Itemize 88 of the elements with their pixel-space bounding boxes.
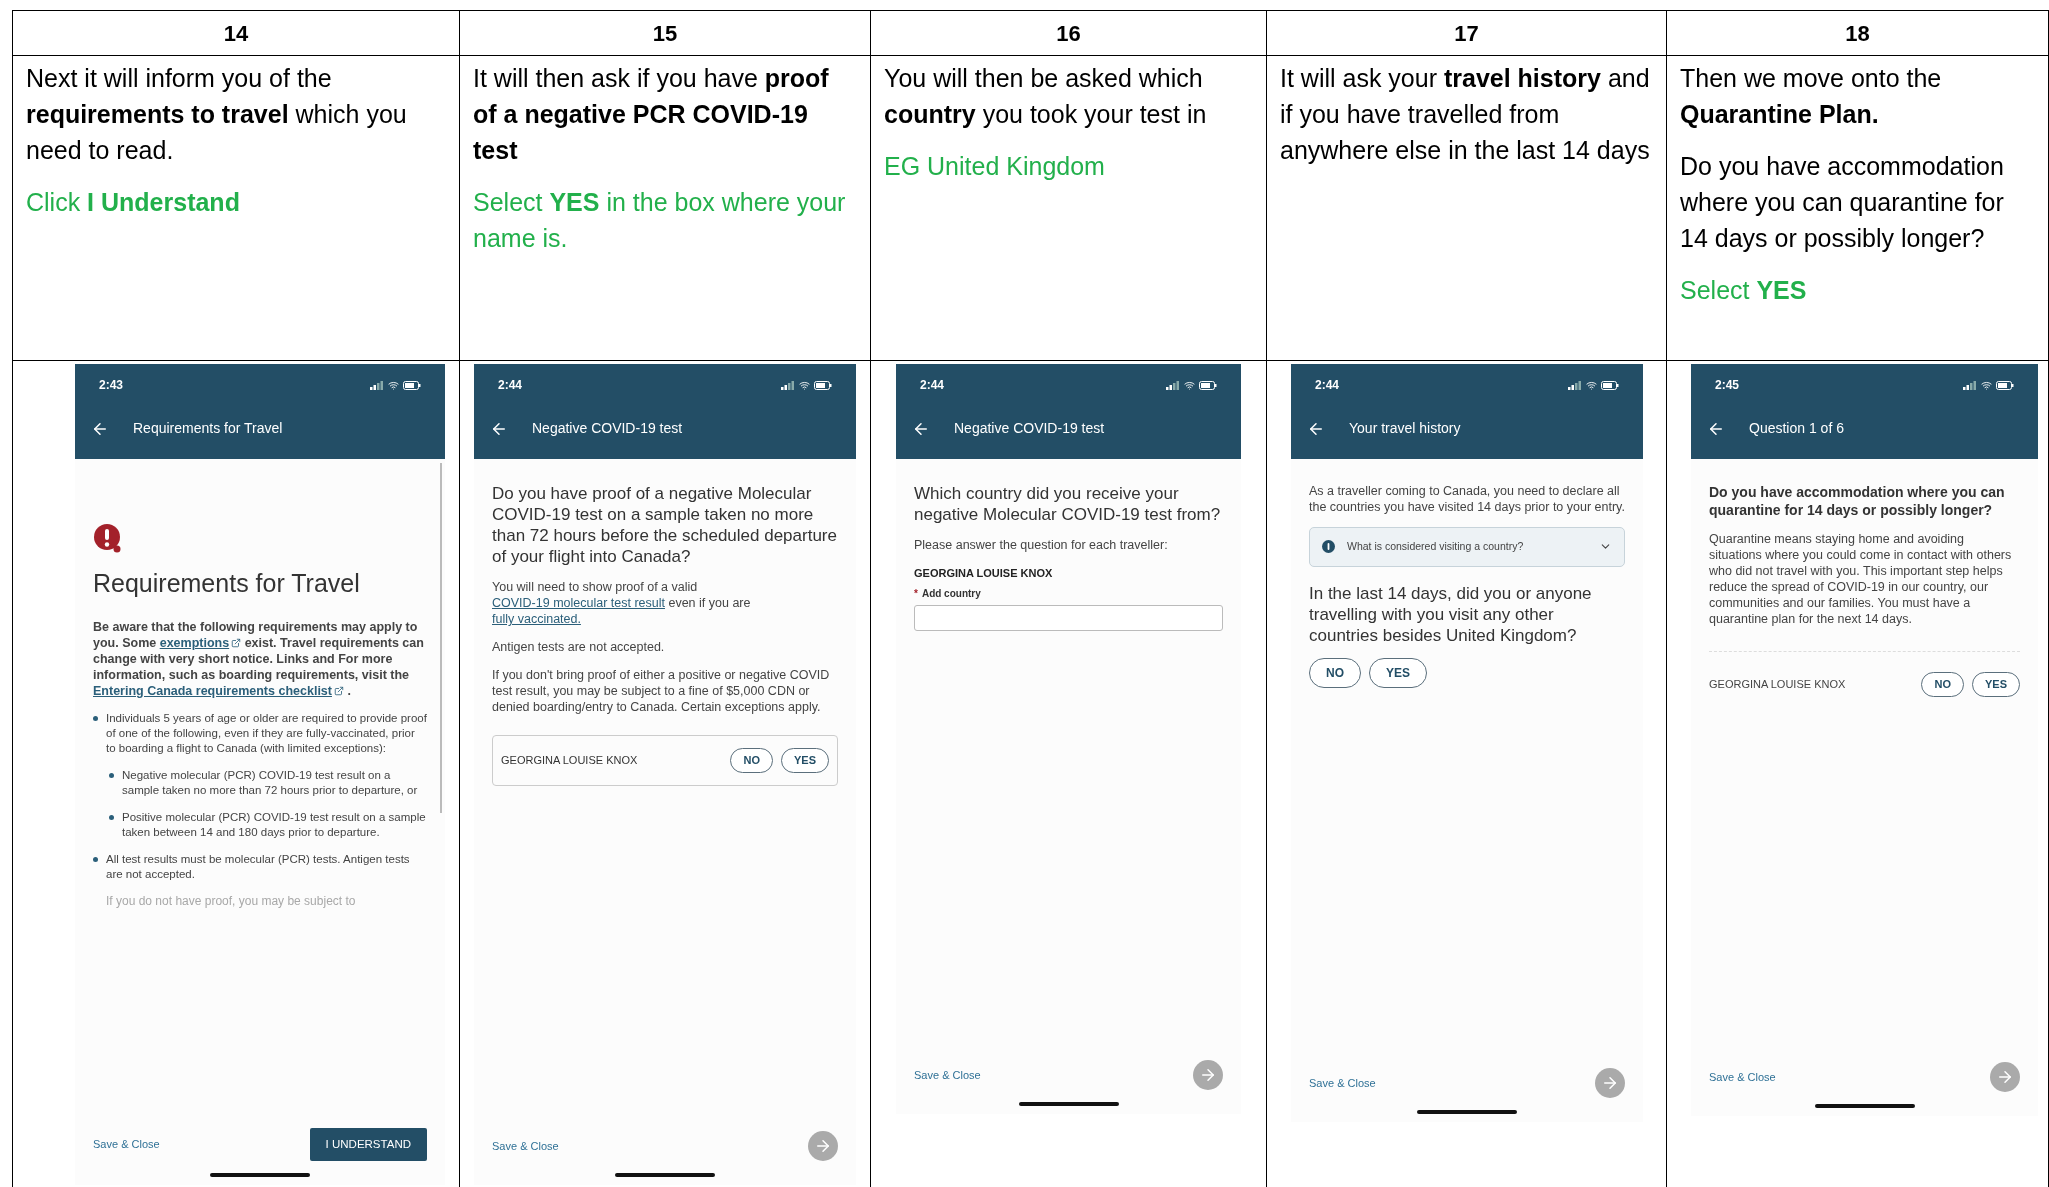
battery-icon bbox=[814, 380, 832, 390]
save-close-link[interactable]: Save & Close bbox=[1709, 1068, 1776, 1086]
action-text: Select YES in the box where your name is. bbox=[473, 187, 847, 254]
arrow-right-icon bbox=[1199, 1066, 1217, 1084]
body-text: As a traveller coming to Canada, you need to declare all the countries you have visited 14 days prior to your entry. bbox=[1309, 483, 1625, 515]
save-close-link[interactable]: Save & Close bbox=[1309, 1074, 1376, 1092]
step-number: 16 bbox=[1056, 19, 1081, 48]
country-field[interactable] bbox=[914, 604, 1223, 631]
signal-icon bbox=[370, 380, 384, 390]
body-text: Please answer the question for each traveller: bbox=[914, 537, 1169, 553]
choice-option[interactable]: YES bbox=[1972, 672, 2020, 697]
instruction-text: Then we move onto the Quarantine Plan. bbox=[1680, 63, 1943, 130]
question-text: In the last 14 days, did you or anyone travelling with you visit any other countries besides United Kingdom? bbox=[1309, 582, 1593, 646]
action-text: Click I Understand bbox=[26, 187, 241, 218]
step-number: 17 bbox=[1454, 19, 1479, 48]
instruction-text: It will ask your travel history and if you have travelled from anywhere else in the last 14 days bbox=[1280, 63, 1651, 166]
link[interactable]: exemptions bbox=[159, 634, 242, 651]
save-close-link[interactable]: Save & Close bbox=[93, 1136, 160, 1153]
external-link-icon bbox=[231, 637, 242, 648]
bullet-text: Positive molecular (PCR) COVID-19 test result on a sample taken between 14 and 180 days prior to departure. bbox=[122, 809, 427, 840]
signal-icon bbox=[781, 380, 795, 390]
choice-option[interactable]: NO bbox=[730, 748, 773, 773]
save-close-link[interactable]: Save & Close bbox=[914, 1066, 981, 1084]
alert-icon bbox=[93, 523, 123, 553]
link[interactable]: COVID-19 molecular test result bbox=[492, 595, 665, 611]
wifi-icon bbox=[799, 379, 810, 391]
signal-icon bbox=[1963, 380, 1977, 390]
body-text: If you don't bring proof of either a positive or negative COVID test result, you may be subject to a fine of $5,000 CDN or denied boarding/entry to Canada. Certain exceptions apply. bbox=[492, 667, 831, 715]
screen-title: Requirements for Travel bbox=[133, 419, 283, 438]
body-text: Antigen tests are not accepted. bbox=[492, 639, 666, 655]
faded-text: If you do not have proof, you may be subject to bbox=[105, 893, 357, 909]
wifi-icon bbox=[1586, 379, 1597, 391]
battery-icon bbox=[1199, 380, 1217, 390]
step-number: 18 bbox=[1845, 19, 1870, 48]
battery-icon bbox=[1996, 380, 2014, 390]
screen-title: Negative COVID-19 test bbox=[532, 419, 683, 438]
action-text: EG United Kingdom bbox=[884, 151, 1106, 182]
instruction-text: Do you have accommodation where you can quarantine for 14 days or possibly longer? bbox=[1680, 151, 2005, 254]
bullet-text: All test results must be molecular (PCR) tests. Antigen tests are not accepted. bbox=[106, 851, 411, 882]
signal-icon bbox=[1568, 380, 1582, 390]
understand-button[interactable]: I UNDERSTAND bbox=[309, 1127, 427, 1161]
arrow-right-icon bbox=[1996, 1068, 2014, 1086]
info-icon bbox=[1322, 540, 1335, 554]
action-text: Select YES bbox=[1680, 275, 1808, 306]
status-time: 2:44 bbox=[498, 377, 523, 394]
status-time: 2:45 bbox=[1715, 377, 1740, 394]
body-text: You will need to show proof of a valid COVID-19 molecular test result even if you are fully vaccinated. bbox=[492, 579, 752, 627]
step-number: 14 bbox=[223, 19, 249, 48]
page-heading: Requirements for Travel bbox=[93, 568, 361, 599]
bullet-text: Negative molecular (PCR) COVID-19 test result on a sample taken no more than 72 hours prior to departure, or bbox=[122, 767, 419, 798]
question-text: Which country did you receive your negative Molecular COVID-19 test from? bbox=[914, 483, 1222, 525]
save-close-link[interactable]: Save & Close bbox=[492, 1137, 559, 1155]
required-mark: * bbox=[914, 586, 918, 601]
bullet-text: Individuals 5 years of age or older are required to provide proof of one of the following, even if they are fully-vaccinated, prior to boarding a flight to Canada (with limited exceptions): bbox=[106, 710, 427, 756]
wifi-icon bbox=[1981, 379, 1992, 391]
instruction-text: Next it will inform you of the requirements to travel which you need to read. bbox=[26, 63, 408, 166]
instruction-text: You will then be asked which country you took your test in bbox=[884, 63, 1208, 130]
screen-title: Question 1 of 6 bbox=[1749, 419, 1844, 438]
wifi-icon bbox=[388, 379, 399, 391]
choice-option[interactable]: YES bbox=[781, 748, 829, 773]
body-text: Be aware that the following requirements may apply to you. Some exemptions exist. Travel requirements can change with very short notice. Links and For more information, such as boarding requirements, visit the Entering Canada requirements checklist . bbox=[93, 618, 425, 699]
signal-icon bbox=[1166, 380, 1180, 390]
question-text: Do you have accommodation where you can quarantine for 14 days or possibly longer? bbox=[1709, 483, 2006, 519]
link[interactable]: Entering Canada requirements checklist bbox=[93, 682, 344, 699]
body-text: Quarantine means staying home and avoiding situations where you could come in contact with others who did not travel with you. This important step helps reduce the spread of COVID-19 in our country, our communities and our families. You must have a quarantine plan for the next 14 days. bbox=[1709, 531, 2013, 627]
link[interactable]: fully vaccinated. bbox=[492, 611, 581, 627]
traveller-name: GEORGINA LOUISE KNOX bbox=[1709, 677, 1846, 692]
step-number: 15 bbox=[652, 19, 678, 48]
status-time: 2:43 bbox=[99, 377, 124, 394]
choice-option[interactable]: NO bbox=[1921, 672, 1964, 697]
external-link-icon bbox=[333, 685, 344, 696]
info-accordion[interactable]: What is considered visiting a country? bbox=[1309, 527, 1625, 567]
screen-title: Negative COVID-19 test bbox=[954, 419, 1105, 438]
battery-icon bbox=[1601, 380, 1619, 390]
field-label: Add country bbox=[921, 586, 981, 601]
wifi-icon bbox=[1184, 379, 1195, 391]
status-time: 2:44 bbox=[1315, 377, 1340, 394]
battery-icon bbox=[403, 380, 421, 390]
question-text: Do you have proof of a negative Molecular COVID-19 test on a sample taken no more than 72 hours before the scheduled departure of your flight into Canada? bbox=[492, 483, 838, 567]
status-time: 2:44 bbox=[920, 377, 945, 394]
traveller-name: GEORGINA LOUISE KNOX bbox=[501, 753, 638, 768]
traveller-name: GEORGINA LOUISE KNOX bbox=[914, 566, 1054, 581]
choice-option[interactable]: NO bbox=[1309, 657, 1361, 688]
instruction-text: It will then ask if you have proof of a negative PCR COVID-19 test bbox=[473, 63, 830, 166]
screen-title: Your travel history bbox=[1349, 419, 1461, 438]
choice-option[interactable]: YES bbox=[1369, 657, 1427, 688]
arrow-right-icon bbox=[1601, 1074, 1619, 1092]
arrow-right-icon bbox=[814, 1137, 832, 1155]
